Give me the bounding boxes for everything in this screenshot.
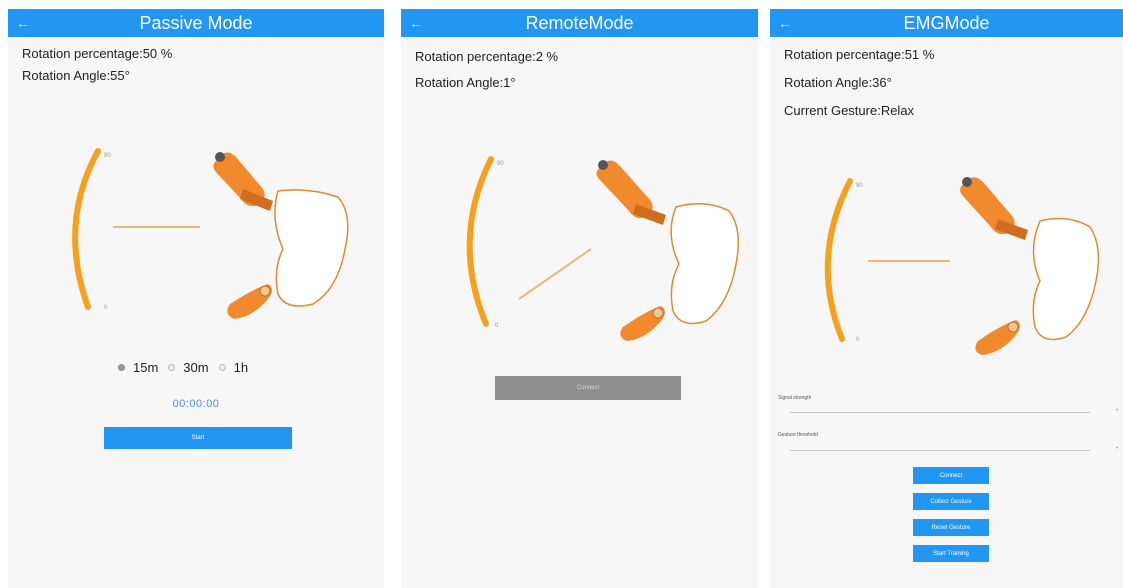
radio-label: 30m [183, 360, 209, 375]
page-title: EMGMode [903, 13, 990, 33]
rotation-arc [824, 178, 853, 342]
rotation-percentage: Rotation percentage:51 % [784, 47, 935, 62]
rotation-angle: Rotation Angle:36° [784, 75, 892, 90]
thumb-tip [215, 152, 225, 162]
rotation-angle: Rotation Angle:1° [415, 75, 516, 90]
slider-end-marker: • [1116, 408, 1119, 414]
duration-radio-group: 15m 30m 1h [118, 360, 258, 375]
rotation-angle: Rotation Angle:55° [22, 68, 130, 83]
radio-dot[interactable] [168, 364, 176, 371]
arc-label-top: 90 [856, 183, 863, 189]
arc-label-top: 90 [104, 153, 111, 159]
angle-indicator-line [518, 248, 592, 300]
rotation-arc [72, 148, 101, 310]
connect-button[interactable]: Connect [913, 467, 989, 484]
title-bar: ← RemoteMode [401, 9, 758, 37]
radio-option-1h[interactable]: 1h [218, 360, 249, 375]
hand-visualization: 90 0 [466, 156, 740, 341]
page-title: RemoteMode [525, 13, 634, 33]
signal-strength-label: Signal strength [778, 395, 812, 401]
hand-visualization: 90 0 [72, 148, 349, 319]
palm [1032, 217, 1100, 341]
rotation-percentage: Rotation percentage:2 % [415, 49, 559, 64]
signal-strength-slider[interactable] [790, 412, 1090, 413]
arc-label-bottom: 0 [495, 323, 499, 329]
finger-joint [1007, 321, 1019, 333]
palm [670, 203, 740, 325]
gesture-threshold-label: Gesture threshold [778, 432, 818, 438]
arc-label-bottom: 0 [104, 305, 108, 311]
radio-dot-selected[interactable] [118, 364, 125, 371]
palm [274, 189, 349, 307]
page-title: Passive Mode [139, 13, 253, 33]
start-training-button[interactable]: Start Training [913, 545, 989, 562]
finger-joint [259, 285, 271, 297]
timer-display: 00:00:00 [172, 398, 220, 410]
slider-end-marker: • [1116, 446, 1119, 452]
radio-label: 1h [233, 360, 249, 375]
arc-label-top: 90 [497, 161, 504, 167]
radio-option-15m[interactable]: 15m [118, 360, 158, 375]
rotation-percentage: Rotation percentage:50 % [22, 46, 173, 61]
hand-visualization: 90 0 [824, 177, 1100, 355]
start-button[interactable]: Start [104, 427, 292, 449]
rotation-arc [466, 156, 494, 327]
connect-button[interactable]: Connect [495, 376, 681, 400]
passive-mode-panel: ← Passive Mode Rotation percentage:50 % … [8, 9, 384, 588]
reset-gesture-button[interactable]: Reset Gesture [913, 519, 989, 536]
arc-label-bottom: 0 [856, 337, 860, 343]
current-gesture: Current Gesture:Relax [784, 103, 915, 118]
thumb-tip [598, 160, 608, 170]
title-bar: ← Passive Mode [8, 9, 384, 37]
thumb-tip [962, 177, 972, 187]
remote-mode-panel: ← RemoteMode Rotation percentage:2 % Rot… [401, 9, 758, 588]
radio-dot[interactable] [218, 364, 226, 371]
finger-joint [652, 307, 664, 319]
collect-gesture-button[interactable]: Collect Gesture [913, 493, 989, 510]
emg-mode-panel: ← EMGMode Rotation percentage:51 % Rotat… [770, 9, 1123, 588]
title-bar: ← EMGMode [770, 9, 1123, 37]
gesture-threshold-slider[interactable] [790, 450, 1090, 451]
radio-option-30m[interactable]: 30m [168, 360, 209, 375]
radio-label: 15m [133, 360, 159, 375]
